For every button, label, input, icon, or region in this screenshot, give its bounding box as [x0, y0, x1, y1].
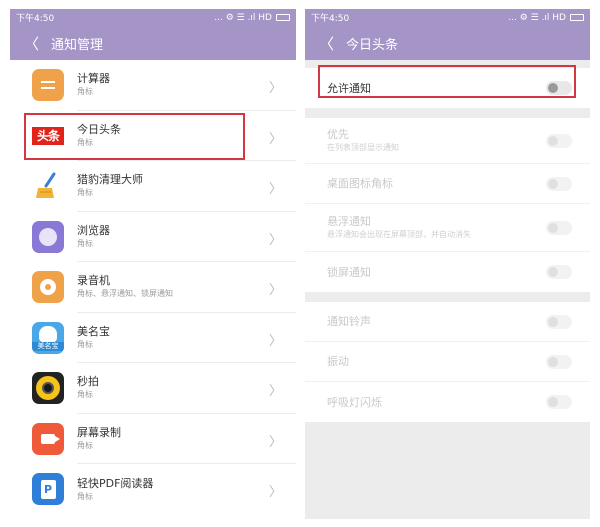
app-sub: 角标、悬浮通知、锁屏通知: [77, 289, 173, 299]
app-sub: 角标: [77, 390, 93, 400]
chevron-right-icon: 〉: [268, 182, 282, 198]
title-bar: 〈 今日头条: [305, 26, 590, 60]
page-title: 今日头条: [346, 37, 399, 53]
chevron-right-icon: 〉: [268, 434, 282, 450]
lockscreen-label: 锁屏通知: [327, 265, 371, 279]
app-row-calculator[interactable]: 计算器 角标 〉: [10, 60, 296, 111]
lockscreen-row[interactable]: 锁屏通知: [305, 252, 590, 292]
vibrate-toggle[interactable]: [546, 354, 572, 369]
status-icons: ... ⚙ ☰ .ıl HD: [214, 13, 290, 23]
app-sub: 角标: [77, 339, 93, 349]
meimingbao-icon-text: 美名宝: [32, 342, 64, 352]
app-name: 计算器: [77, 72, 110, 86]
app-sub: 角标: [77, 137, 93, 147]
vibrate-row[interactable]: 振动: [305, 342, 590, 382]
app-name: 录音机: [77, 274, 110, 288]
app-name: 美名宝: [77, 324, 110, 338]
chevron-right-icon: 〉: [268, 333, 282, 349]
badge-label: 桌面图标角标: [327, 177, 393, 190]
allow-notifications-toggle[interactable]: [546, 81, 572, 95]
allow-notifications-row[interactable]: 允许通知: [305, 68, 590, 108]
app-sub: 角标: [77, 491, 93, 501]
notification-options-group: 优先在列表顶部显示通知 桌面图标角标 悬浮通知悬浮通知会出现在屏幕顶部，并自动消…: [305, 118, 590, 292]
toutiao-icon-text: 头条: [32, 126, 64, 145]
app-row-toutiao[interactable]: 头条 今日头条 角标 〉: [10, 111, 296, 161]
app-row-pdf-reader[interactable]: P 轻快PDF阅读器 角标 〉: [10, 464, 296, 515]
title-bar: 〈 通知管理: [10, 26, 296, 60]
app-name: 今日头条: [77, 122, 121, 136]
back-arrow-icon[interactable]: 〈: [319, 33, 334, 54]
chevron-right-icon: 〉: [268, 232, 282, 248]
ringtone-toggle[interactable]: [546, 314, 572, 329]
app-row-recorder[interactable]: 录音机 角标、悬浮通知、锁屏通知 〉: [10, 262, 296, 313]
app-row-cleaner[interactable]: 猎豹清理大师 角标 〉: [10, 161, 296, 212]
chevron-right-icon: 〉: [268, 131, 282, 147]
badge-toggle[interactable]: [546, 176, 572, 191]
status-time: 下午4:50: [311, 14, 350, 24]
battery-icon: [570, 14, 584, 21]
screen-record-icon: [32, 422, 64, 455]
status-icons: ... ⚙ ☰ .ıl HD: [508, 13, 584, 23]
page-title: 通知管理: [51, 37, 104, 53]
sound-options-group: 通知铃声 振动 呼吸灯闪烁: [305, 302, 590, 422]
toutiao-icon: 头条: [32, 119, 64, 152]
ringtone-label: 通知铃声: [327, 315, 371, 328]
vibrate-label: 振动: [327, 355, 349, 368]
status-bar: 下午4:50 ... ⚙ ☰ .ıl HD: [305, 9, 590, 26]
app-sub: 角标: [77, 188, 93, 198]
pdf-reader-icon-text: P: [40, 479, 56, 499]
lockscreen-toggle[interactable]: [546, 265, 572, 279]
chevron-right-icon: 〉: [268, 283, 282, 299]
pdf-reader-icon: P: [32, 473, 64, 506]
floating-label: 悬浮通知: [327, 215, 371, 228]
status-time: 下午4:50: [16, 14, 55, 24]
recorder-icon: [32, 271, 64, 304]
app-row-miaopai[interactable]: 秒拍 角标 〉: [10, 363, 296, 414]
browser-icon: [32, 220, 64, 253]
app-row-screen-record[interactable]: 屏幕录制 角标 〉: [10, 414, 296, 464]
app-name: 浏览器: [77, 223, 110, 237]
miaopai-icon: [32, 372, 64, 405]
app-sub: 角标: [77, 238, 93, 248]
allow-group: 允许通知: [305, 68, 590, 108]
priority-sub: 在列表顶部显示通知: [327, 143, 399, 152]
app-sub: 角标: [77, 440, 93, 450]
badge-row[interactable]: 桌面图标角标: [305, 164, 590, 204]
chevron-right-icon: 〉: [268, 81, 282, 97]
app-name: 猎豹清理大师: [77, 173, 143, 187]
priority-row[interactable]: 优先在列表顶部显示通知: [305, 118, 590, 164]
chevron-right-icon: 〉: [268, 485, 282, 501]
status-signal-icons: ... ⚙ ☰ .ıl HD: [508, 12, 566, 23]
meimingbao-icon: 美名宝: [32, 321, 64, 354]
breathing-light-toggle[interactable]: [546, 395, 572, 409]
app-name: 秒拍: [77, 375, 99, 389]
chevron-right-icon: 〉: [268, 384, 282, 400]
floating-sub: 悬浮通知会出现在屏幕顶部，并自动消失: [327, 230, 471, 239]
ringtone-row[interactable]: 通知铃声: [305, 302, 590, 342]
breathing-light-label: 呼吸灯闪烁: [327, 395, 382, 409]
priority-label: 优先: [327, 128, 349, 141]
app-name: 轻快PDF阅读器: [77, 476, 154, 490]
toutiao-notification-settings-screen: 下午4:50 ... ⚙ ☰ .ıl HD 〈 今日头条 允许通知 优先在列表顶…: [305, 9, 590, 519]
battery-icon: [276, 14, 290, 21]
broom-icon: [32, 170, 64, 202]
app-sub: 角标: [77, 87, 93, 97]
breathing-light-row[interactable]: 呼吸灯闪烁: [305, 382, 590, 422]
floating-row[interactable]: 悬浮通知悬浮通知会出现在屏幕顶部，并自动消失: [305, 204, 590, 252]
notification-manager-screen: 下午4:50 ... ⚙ ☰ .ıl HD 〈 通知管理 计算器 角标 〉 头条 …: [10, 9, 296, 519]
app-name: 屏幕录制: [77, 425, 121, 439]
calculator-icon: [32, 69, 64, 102]
status-bar: 下午4:50 ... ⚙ ☰ .ıl HD: [10, 9, 296, 26]
allow-notifications-label: 允许通知: [327, 81, 371, 95]
back-arrow-icon[interactable]: 〈: [24, 33, 39, 54]
floating-toggle[interactable]: [546, 220, 572, 235]
priority-toggle[interactable]: [546, 133, 572, 148]
app-row-meimingbao[interactable]: 美名宝 美名宝 角标 〉: [10, 313, 296, 363]
status-signal-icons: ... ⚙ ☰ .ıl HD: [214, 12, 272, 23]
app-list: 计算器 角标 〉 头条 今日头条 角标 〉 猎豹清理大师 角标 〉 浏览器 角标 〉 录…: [10, 60, 296, 515]
app-row-browser[interactable]: 浏览器 角标 〉: [10, 212, 296, 262]
